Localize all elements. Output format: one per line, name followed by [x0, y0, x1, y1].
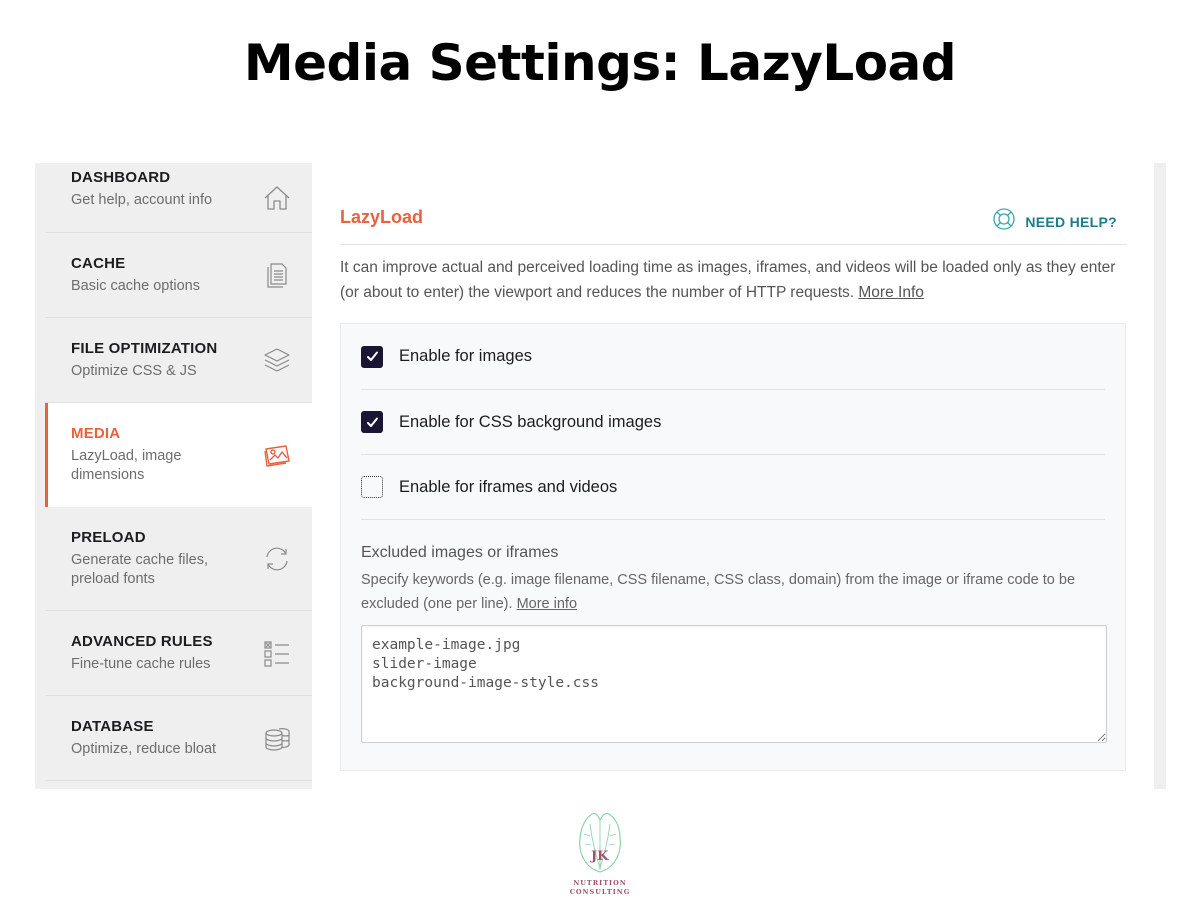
layers-icon: [262, 345, 292, 375]
excluded-keywords-textarea[interactable]: example-image.jpg slider-image backgroun…: [361, 625, 1107, 743]
sidebar-item-subtitle: Basic cache options: [71, 278, 200, 294]
checklist-icon: [262, 638, 292, 668]
options-panel: Enable for images Enable for CSS backgro…: [340, 323, 1126, 771]
excluded-description: Specify keywords (e.g. image filename, C…: [361, 568, 1107, 616]
description-text: It can improve actual and perceived load…: [340, 259, 1116, 301]
logo-line-1: NUTRITION: [573, 879, 627, 887]
logo-initials: JK: [590, 849, 609, 864]
sidebar-item-title: MEDIA: [71, 425, 121, 442]
images-icon: [262, 440, 292, 470]
logo-line-2: CONSULTING: [569, 888, 631, 896]
excluded-section: Excluded images or iframes Specify keywo…: [361, 544, 1107, 748]
home-icon: [262, 183, 292, 213]
option-enable-images[interactable]: Enable for images: [361, 324, 1105, 390]
excluded-more-info-link[interactable]: More info: [517, 596, 577, 612]
sidebar-item-title: DASHBOARD: [71, 169, 171, 186]
excluded-description-text: Specify keywords (e.g. image filename, C…: [361, 572, 1076, 612]
sidebar-item-title: ADVANCED RULES: [71, 633, 213, 650]
sidebar-item-file-optimization[interactable]: FILE OPTIMIZATION Optimize CSS & JS: [45, 318, 312, 403]
sidebar-item-dashboard[interactable]: DASHBOARD Get help, account info: [45, 163, 312, 233]
sidebar-nav: DASHBOARD Get help, account info CACHE B…: [35, 163, 312, 789]
checkbox-checked[interactable]: [361, 411, 383, 433]
document-icon: [262, 260, 292, 290]
sidebar-item-media[interactable]: MEDIA LazyLoad, image dimensions: [45, 403, 312, 507]
sidebar-item-preload[interactable]: PRELOAD Generate cache files, preload fo…: [45, 507, 312, 611]
lettuce-icon: JK: [579, 812, 621, 873]
section-title: LazyLoad: [340, 207, 424, 227]
refresh-icon: [262, 544, 292, 574]
sidebar-item-subtitle: Optimize, reduce bloat: [71, 741, 217, 757]
sidebar-item-subtitle: Get help, account info: [71, 192, 213, 208]
checkbox-checked[interactable]: [361, 345, 383, 368]
excluded-title: Excluded images or iframes: [361, 544, 559, 561]
page-title: Media Settings: LazyLoad: [243, 34, 957, 92]
section-description: It can improve actual and perceived load…: [340, 255, 1130, 305]
sidebar-item-title: DATABASE: [71, 718, 154, 735]
option-label: Enable for CSS background images: [399, 412, 662, 431]
sidebar-item-title: PRELOAD: [71, 529, 146, 546]
scrollbar[interactable]: [1154, 163, 1166, 789]
lifebuoy-icon: [992, 207, 1016, 236]
more-info-link[interactable]: More Info: [858, 284, 923, 301]
sidebar-item-title: FILE OPTIMIZATION: [71, 340, 218, 357]
database-icon: [262, 723, 292, 753]
option-label: Enable for iframes and videos: [399, 477, 618, 496]
sidebar-item-subtitle: Generate cache files, preload fonts: [71, 552, 209, 587]
sidebar-item-database[interactable]: DATABASE Optimize, reduce bloat: [45, 696, 312, 781]
sidebar-item-cache[interactable]: CACHE Basic cache options: [45, 233, 312, 318]
sidebar-item-advanced-rules[interactable]: ADVANCED RULES Fine-tune cache rules: [45, 611, 312, 696]
sidebar-item-subtitle: LazyLoad, image dimensions: [71, 448, 182, 483]
option-enable-css-background[interactable]: Enable for CSS background images: [361, 390, 1105, 455]
sidebar-item-subtitle: Fine-tune cache rules: [71, 656, 211, 672]
nutrition-consulting-logo: JK NUTRITION CONSULTING: [565, 810, 635, 898]
need-help-label: NEED HELP?: [1025, 213, 1117, 230]
option-label: Enable for images: [399, 347, 532, 365]
checkbox-unchecked[interactable]: [361, 476, 383, 498]
sidebar-item-title: CACHE: [71, 255, 126, 272]
sidebar-item-subtitle: Optimize CSS & JS: [71, 363, 197, 379]
section-header: LazyLoad NEED HELP?: [340, 201, 1127, 245]
option-enable-iframes-videos[interactable]: Enable for iframes and videos: [361, 455, 1105, 520]
need-help-link[interactable]: NEED HELP?: [992, 207, 1117, 236]
